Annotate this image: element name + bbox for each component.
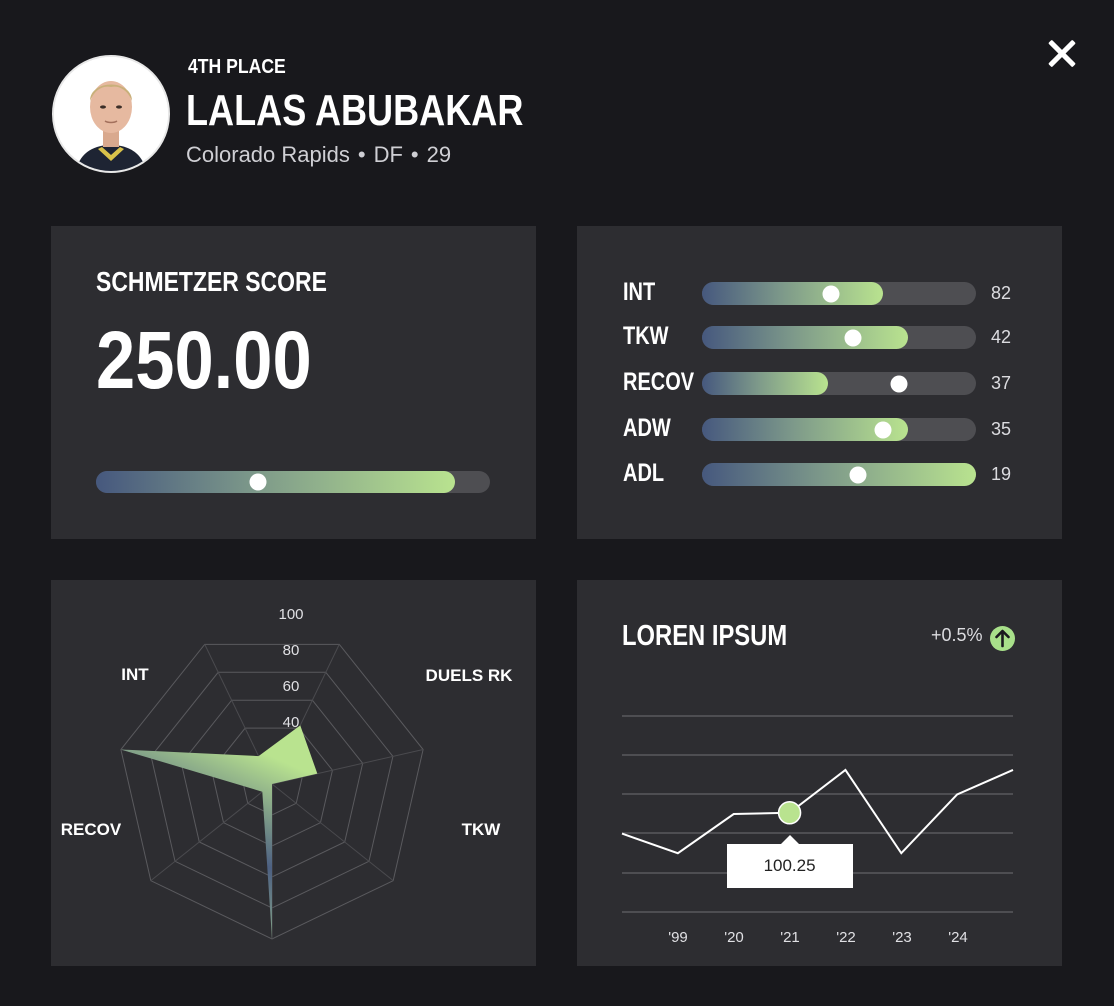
score-card: SCHMETZER SCORE 250.00: [51, 226, 536, 539]
stat-value: 19: [991, 464, 1012, 484]
radar-data-shape: [120, 725, 318, 939]
stat-label: INT: [623, 278, 656, 306]
stat-row-adl: ADL 19: [577, 459, 1062, 487]
trend-x-tick: '24: [948, 929, 968, 946]
radar-axis-label: TKW: [462, 820, 502, 839]
player-photo: [54, 57, 168, 171]
radar-chart: 100 80 60 40 DUELS RK TKW RECOV INT: [61, 606, 514, 940]
stat-bar-knob[interactable]: [890, 375, 908, 392]
stat-bars-card: INT 82 TKW 42 RECOV 37 ADW 35 ADL 19: [577, 226, 1062, 539]
trend-highlight-point: [777, 801, 802, 825]
trend-x-tick: '21: [780, 929, 800, 946]
player-position: DF: [373, 142, 403, 167]
trend-x-tick: '22: [836, 929, 856, 946]
stat-label: TKW: [623, 322, 669, 350]
stat-row-tkw: TKW 42: [577, 322, 1062, 350]
stat-bar-knob[interactable]: [874, 421, 892, 438]
meta-separator: •: [410, 142, 419, 167]
radar-spoke: [271, 783, 394, 882]
radar-axis-label: DUELS RK: [426, 666, 514, 685]
stat-value: 82: [991, 283, 1012, 303]
stat-label: ADW: [623, 414, 671, 442]
team-name: Colorado Rapids: [186, 142, 350, 167]
meta-separator: •: [357, 142, 366, 167]
score-bar-fill: [96, 471, 455, 493]
stat-value: 42: [991, 327, 1012, 347]
trend-line: [621, 768, 1014, 855]
stat-bar: [702, 463, 976, 486]
stat-row-adw: ADW 35: [577, 414, 1062, 442]
stat-bar-fill: [702, 372, 829, 395]
stat-value: 35: [991, 419, 1012, 439]
player-age: 29: [426, 142, 452, 167]
stat-bar: [702, 282, 976, 305]
trend-tooltip: 100.25: [726, 834, 853, 888]
stat-bar: [702, 326, 976, 349]
radar-tick-label: 60: [283, 678, 300, 695]
radar-axis-label: RECOV: [61, 820, 122, 839]
radar-axis-label: INT: [121, 665, 149, 684]
score-label: SCHMETZER SCORE: [96, 266, 327, 297]
stat-label: ADL: [623, 459, 665, 487]
stat-bar-fill: [702, 326, 908, 349]
rank-label: 4TH PLACE: [188, 56, 286, 78]
stat-row-recov: RECOV 37: [577, 368, 1062, 396]
radar-tick-label: 40: [283, 714, 300, 731]
score-value: 250.00: [96, 315, 312, 406]
stat-value: 37: [991, 373, 1012, 393]
stat-bar: [702, 418, 976, 441]
trend-x-tick: '99: [668, 929, 688, 946]
trend-card: LOREN IPSUM +0.5% '99'20'21'22'23'24 100…: [577, 580, 1062, 966]
stat-bar-knob[interactable]: [849, 466, 867, 483]
stat-bar-fill: [702, 463, 976, 486]
radar-spoke: [150, 783, 273, 882]
score-bar-knob[interactable]: [249, 473, 267, 491]
radar-tick-label: 80: [283, 642, 300, 659]
radar-tick-label: 100: [278, 606, 303, 623]
score-bar: [96, 471, 490, 493]
player-avatar: [52, 55, 170, 173]
stat-bar-fill: [702, 282, 883, 305]
player-meta: Colorado Rapids • DF • 29: [186, 142, 451, 168]
stat-bar-knob[interactable]: [822, 285, 840, 302]
close-button[interactable]: [1042, 34, 1082, 74]
trend-x-tick: '20: [724, 929, 744, 946]
stat-label: RECOV: [623, 368, 695, 396]
stat-bar: [702, 372, 976, 395]
trend-chart: '99 '20 '21 '22 '23 '24: [621, 715, 1014, 946]
radar-card: 100 80 60 40 DUELS RK TKW RECOV INT: [51, 580, 536, 966]
trend-x-tick: '23: [892, 929, 912, 946]
stat-bar-knob[interactable]: [844, 329, 862, 346]
stat-row-int: INT 82: [577, 278, 1062, 306]
player-name: LALAS ABUBAKAR: [186, 86, 524, 135]
